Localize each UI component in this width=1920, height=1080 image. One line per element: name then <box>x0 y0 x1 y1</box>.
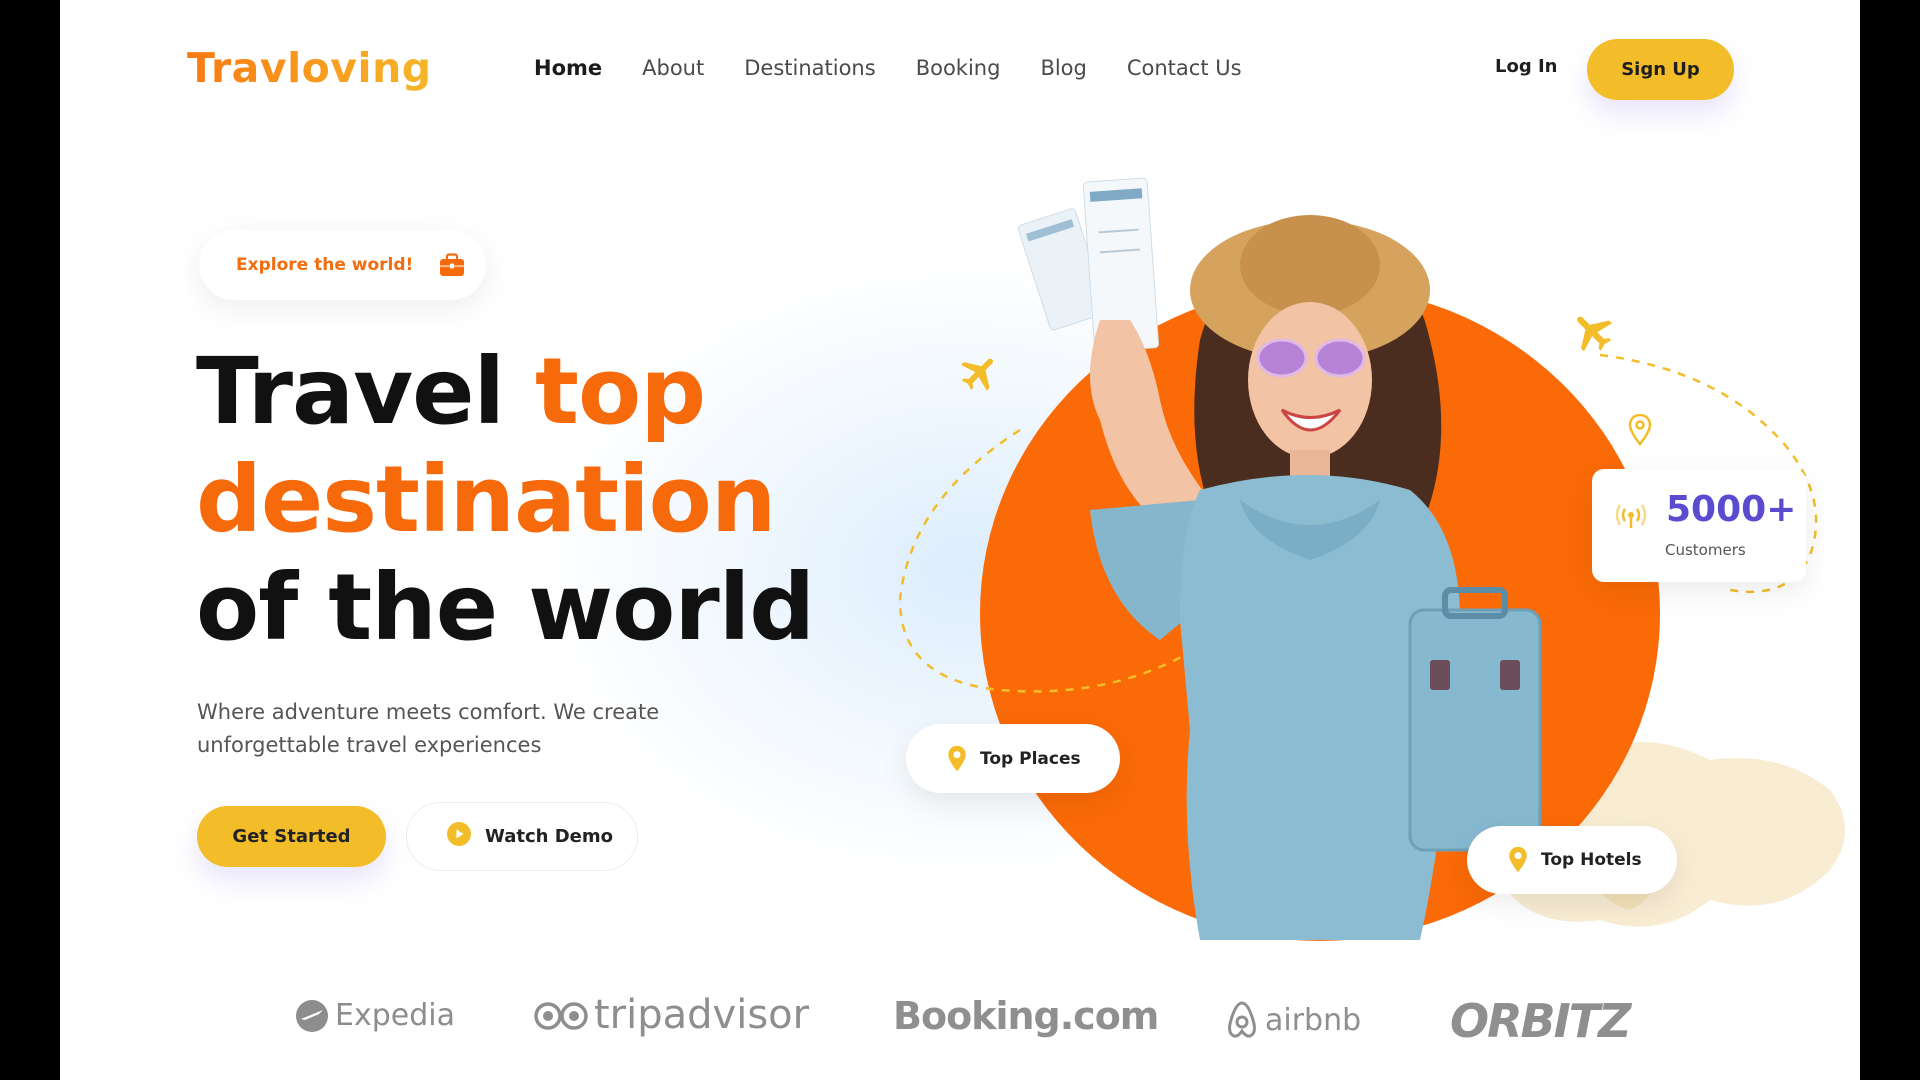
hero-subtext-line1: Where adventure meets comfort. We create <box>197 700 660 724</box>
headline-word-travel: Travel <box>196 338 505 445</box>
headline-line-world: of the world <box>196 554 815 661</box>
login-link[interactable]: Log In <box>1495 56 1558 77</box>
play-icon <box>447 822 471 851</box>
customer-stats-card: 5000+ Customers <box>1592 469 1806 582</box>
nav-item-about[interactable]: About <box>642 56 704 80</box>
main-nav: Home About Destinations Booking Blog Con… <box>534 56 1242 80</box>
hero-headline: Travel top destination of the world <box>196 338 815 662</box>
top-hotels-label: Top Hotels <box>1541 850 1642 870</box>
get-started-button[interactable]: Get Started <box>197 806 386 867</box>
nav-item-contact[interactable]: Contact Us <box>1127 56 1242 80</box>
partner-tripadvisor: tripadvisor <box>534 992 809 1038</box>
top-hotels-badge[interactable]: Top Hotels <box>1467 826 1677 894</box>
nav-item-home[interactable]: Home <box>534 56 602 80</box>
nav-item-blog[interactable]: Blog <box>1040 56 1086 80</box>
hero-subtext: Where adventure meets comfort. We create… <box>197 696 717 762</box>
airbnb-logo-icon <box>1228 1001 1256 1038</box>
partner-tripadvisor-label: tripadvisor <box>594 992 810 1038</box>
tripadvisor-owl-icon <box>534 1002 588 1030</box>
broadcast-icon <box>1616 504 1646 528</box>
signup-button[interactable]: Sign Up <box>1587 39 1734 100</box>
headline-word-destination: destination <box>196 446 776 553</box>
headline-word-top: top <box>535 338 706 445</box>
landing-page: Travloving Home About Destinations Booki… <box>60 0 1860 1080</box>
watch-demo-button[interactable]: Watch Demo <box>406 802 638 871</box>
partner-booking: Booking.com <box>893 994 1159 1038</box>
top-places-label: Top Places <box>980 748 1081 769</box>
explore-tag: Explore the world! <box>199 230 486 300</box>
expedia-logo-icon <box>296 999 328 1032</box>
briefcase-icon <box>439 253 465 277</box>
traveler-photo <box>1017 177 1542 940</box>
partner-airbnb: airbnb <box>1225 1000 1361 1040</box>
nav-item-booking[interactable]: Booking <box>916 56 1001 80</box>
location-pin-icon <box>1509 846 1527 873</box>
nav-item-destinations[interactable]: Destinations <box>744 56 875 80</box>
hero-subtext-line2: unforgettable travel experiences <box>197 733 542 757</box>
explore-tag-label: Explore the world! <box>236 255 414 275</box>
customer-count: 5000+ <box>1666 489 1797 530</box>
partner-expedia-label: Expedia <box>335 998 455 1033</box>
partner-logos: Expedia tripadvisor Booking.com airbnb O… <box>60 990 1860 1060</box>
partner-expedia: Expedia <box>295 998 455 1033</box>
customer-count-label: Customers <box>1665 541 1746 559</box>
watch-demo-label: Watch Demo <box>485 826 613 847</box>
location-pin-icon <box>1628 414 1652 446</box>
partner-airbnb-label: airbnb <box>1265 1002 1362 1038</box>
airplane-icon <box>961 358 994 391</box>
top-places-badge[interactable]: Top Places <box>906 724 1120 793</box>
location-pin-icon <box>948 745 966 771</box>
airplane-icon <box>1577 316 1612 352</box>
brand-logo[interactable]: Travloving <box>187 44 432 92</box>
partner-orbitz: ORBITZ <box>1450 994 1631 1048</box>
